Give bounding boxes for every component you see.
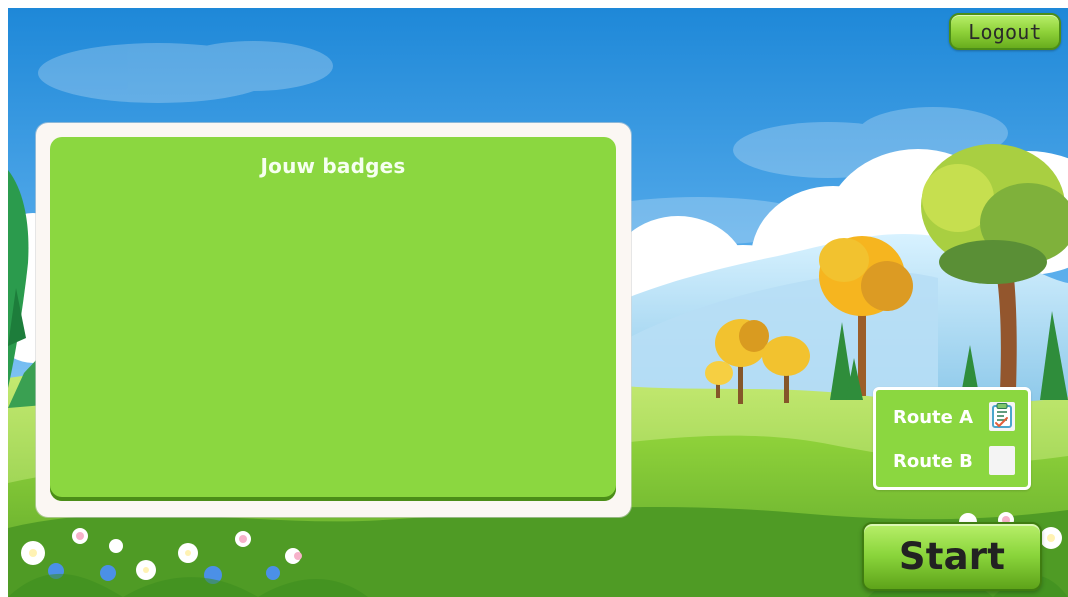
route-a-label: Route A [893, 407, 974, 428]
route-a-option[interactable]: Route A [893, 402, 1029, 434]
route-b-label: Route B [893, 451, 973, 472]
badge-panel-title: Jouw badges [260, 154, 406, 178]
route-b-option[interactable]: Route B [893, 446, 1029, 478]
route-b-checkbox[interactable] [989, 446, 1015, 475]
start-button[interactable]: Start [862, 522, 1042, 591]
route-selection-panel: Route A Route B [873, 387, 1031, 490]
game-screen: Logout Jouw badges Route A Route B Start [0, 0, 1068, 597]
badge-panel-content: Jouw badges [50, 137, 616, 501]
badge-panel: Jouw badges [36, 123, 631, 517]
checked-document-icon [992, 403, 1012, 428]
logout-button[interactable]: Logout [949, 13, 1061, 50]
route-a-checkbox[interactable] [989, 402, 1015, 431]
